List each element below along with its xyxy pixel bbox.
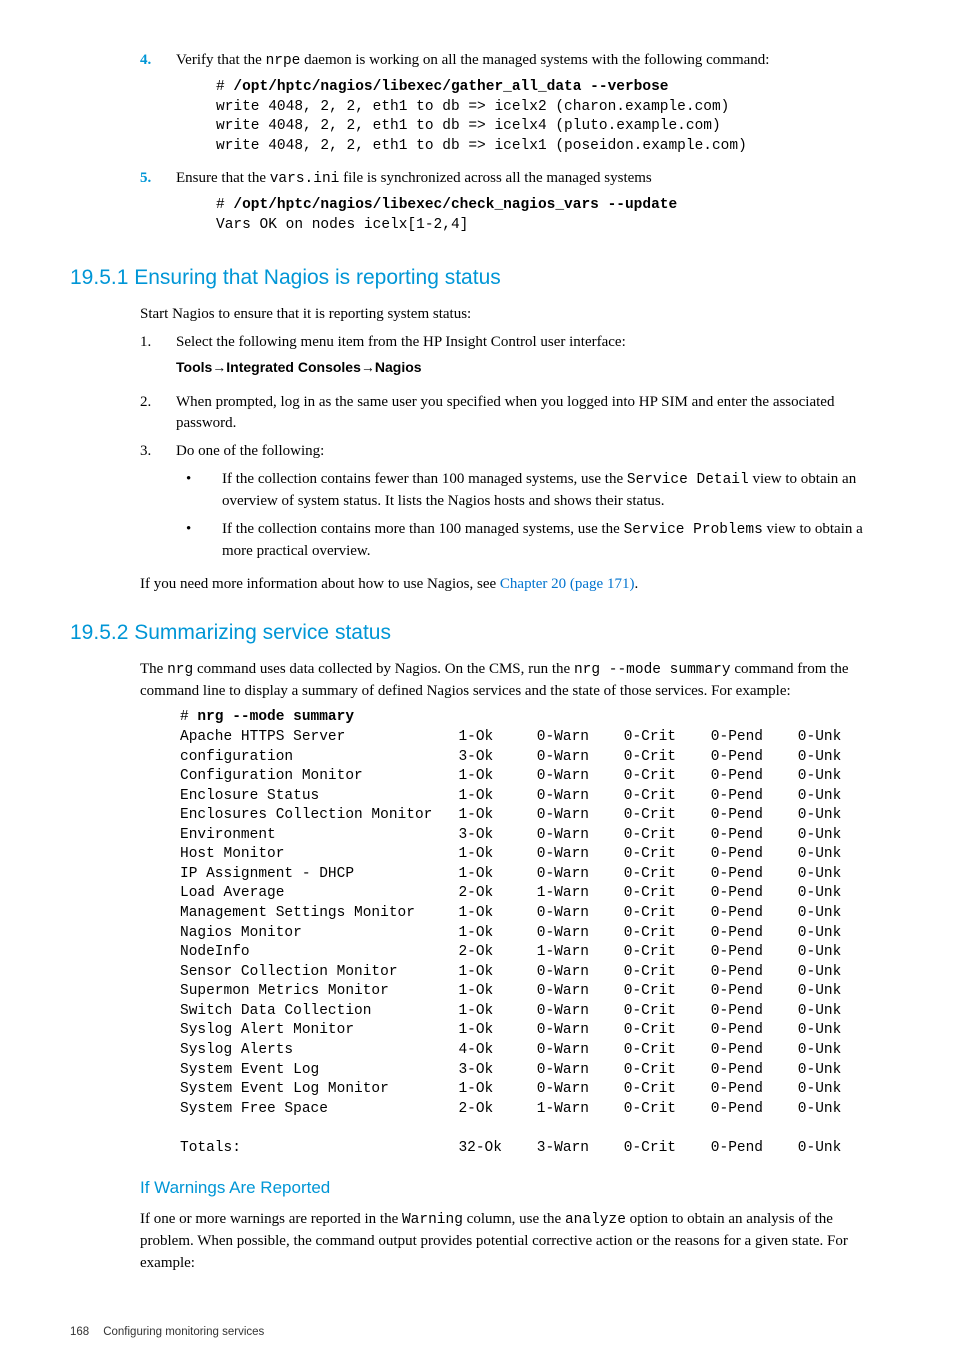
command: /opt/hptc/nagios/libexec/gather_all_data…: [233, 79, 668, 95]
bullet-1: • If the collection contains fewer than …: [176, 469, 864, 513]
substep-2: 2. When prompted, log in as the same use…: [140, 392, 864, 436]
substep-1: 1. Select the following menu item from t…: [140, 332, 864, 386]
inline-code: Service Problems: [624, 522, 763, 538]
step-5: 5. Ensure that the vars.ini file is sync…: [140, 168, 864, 241]
text: .: [634, 576, 638, 592]
page-number: 168: [70, 1324, 100, 1341]
step-number: 3.: [140, 441, 176, 568]
text: Do one of the following:: [176, 443, 324, 459]
text: When prompted, log in as the same user y…: [176, 394, 834, 432]
summary-rows: Apache HTTPS Server 1-Ok 0-Warn 0-Crit 0…: [180, 729, 841, 1117]
menu-path: Tools→Integrated Consoles→Nagios: [176, 357, 864, 377]
code-block: # /opt/hptc/nagios/libexec/check_nagios_…: [216, 196, 864, 235]
command: nrg --mode summary: [197, 709, 354, 725]
numbered-list-continued: 4. Verify that the nrpe daemon is workin…: [140, 50, 864, 241]
text: If you need more information about how t…: [140, 576, 500, 592]
command: /opt/hptc/nagios/libexec/check_nagios_va…: [233, 197, 677, 213]
inline-code: nrg: [167, 662, 193, 678]
output-line: write 4048, 2, 2, eth1 to db => icelx2 (…: [216, 99, 729, 115]
text: The: [140, 661, 167, 677]
page-footer: 168 Configuring monitoring services: [70, 1324, 864, 1341]
step-body: Ensure that the vars.ini file is synchro…: [176, 168, 864, 241]
text: daemon is working on all the managed sys…: [300, 52, 769, 68]
step-number: 2.: [140, 392, 176, 436]
text: file is synchronized across all the mana…: [339, 170, 651, 186]
step-number: 5.: [140, 168, 176, 241]
bullet-icon: •: [176, 469, 222, 513]
output-line: write 4048, 2, 2, eth1 to db => icelx1 (…: [216, 138, 747, 154]
substep-3: 3. Do one of the following: • If the col…: [140, 441, 864, 568]
warnings-paragraph: If one or more warnings are reported in …: [140, 1209, 864, 1275]
footer-title: Configuring monitoring services: [103, 1326, 264, 1338]
step-body: Verify that the nrpe daemon is working o…: [176, 50, 864, 162]
text: column, use the: [463, 1211, 565, 1227]
step-number: 4.: [140, 50, 176, 162]
summary-output-block: # nrg --mode summary Apache HTTPS Server…: [180, 708, 864, 1158]
inline-code: vars.ini: [270, 171, 340, 187]
bullet-2: • If the collection contains more than 1…: [176, 519, 864, 563]
section-heading-1951: 19.5.1 Ensuring that Nagios is reporting…: [70, 263, 864, 293]
text: If the collection contains more than 100…: [222, 521, 624, 537]
output-line: write 4048, 2, 2, eth1 to db => icelx4 (…: [216, 118, 721, 134]
subsection-heading-warnings: If Warnings Are Reported: [140, 1176, 864, 1201]
text: Verify that the: [176, 52, 266, 68]
cross-reference-link[interactable]: Chapter 20 (page 171): [500, 576, 635, 592]
inline-code: Warning: [402, 1212, 463, 1228]
text: If one or more warnings are reported in …: [140, 1211, 402, 1227]
section-outro: If you need more information about how t…: [140, 574, 864, 596]
step-body: Select the following menu item from the …: [176, 332, 864, 386]
inline-code: analyze: [565, 1212, 626, 1228]
step-body: When prompted, log in as the same user y…: [176, 392, 864, 436]
inline-code: Service Detail: [627, 472, 749, 488]
output-line: Vars OK on nodes icelx[1-2,4]: [216, 217, 468, 233]
text: command uses data collected by Nagios. O…: [193, 661, 574, 677]
section-heading-1952: 19.5.2 Summarizing service status: [70, 618, 864, 648]
bullet-icon: •: [176, 519, 222, 563]
text: Ensure that the: [176, 170, 270, 186]
summary-totals: Totals: 32-Ok 3-Warn 0-Crit 0-Pend 0-Unk: [180, 1140, 841, 1156]
step-number: 1.: [140, 332, 176, 386]
inline-code: nrpe: [266, 53, 301, 69]
step-body: Do one of the following: • If the collec…: [176, 441, 864, 568]
section-paragraph: The nrg command uses data collected by N…: [140, 659, 864, 703]
code-block: # /opt/hptc/nagios/libexec/gather_all_da…: [216, 78, 864, 156]
text: Select the following menu item from the …: [176, 334, 626, 350]
step-4: 4. Verify that the nrpe daemon is workin…: [140, 50, 864, 162]
text: If the collection contains fewer than 10…: [222, 471, 627, 487]
bullet-list: • If the collection contains fewer than …: [176, 469, 864, 563]
numbered-list-1951: 1. Select the following menu item from t…: [140, 332, 864, 569]
section-intro: Start Nagios to ensure that it is report…: [140, 304, 864, 326]
inline-code: nrg --mode summary: [574, 662, 731, 678]
